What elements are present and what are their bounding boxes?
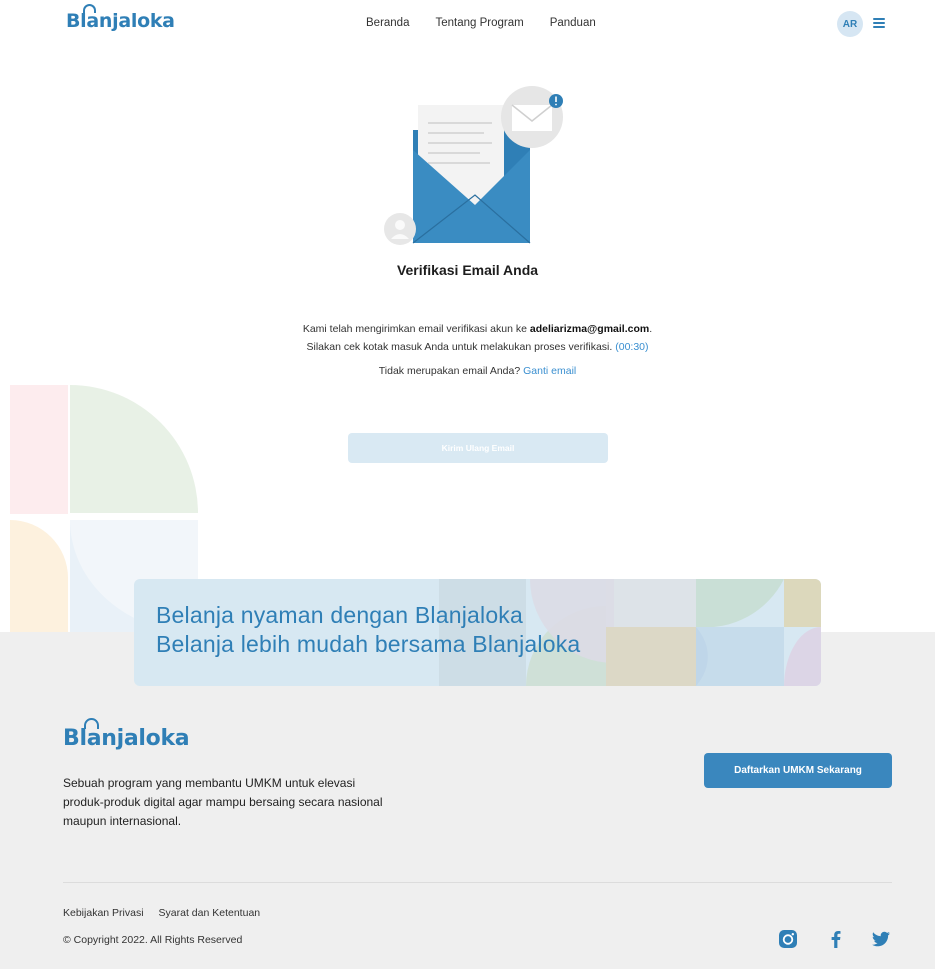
twitter-icon[interactable] xyxy=(871,929,891,949)
promo-banner: Belanja nyaman dengan Blanjaloka Belanja… xyxy=(134,579,821,686)
email-envelope-illustration xyxy=(384,86,563,245)
bag-handle-icon xyxy=(83,4,96,13)
message-prefix: Kami telah mengirimkan email verifikasi … xyxy=(302,323,530,335)
main-nav: Beranda Tentang Program Panduan xyxy=(366,17,596,29)
countdown-timer: (00:30) xyxy=(615,341,649,353)
page-title: Verifikasi Email Anda xyxy=(396,262,539,278)
footer-links: Kebijakan Privasi Syarat dan Ketentuan xyxy=(63,907,260,919)
instagram-icon[interactable] xyxy=(778,929,798,949)
banner-line-1: Belanja nyaman dengan Blanjaloka xyxy=(156,602,523,628)
terms-link[interactable]: Syarat dan Ketentuan xyxy=(159,907,261,919)
change-email-row: Tidak merupakan email Anda? Ganti email xyxy=(0,365,935,377)
hamburger-icon[interactable] xyxy=(873,18,885,28)
nav-item-tentang-program[interactable]: Tentang Program xyxy=(435,17,523,29)
footer-brand-logo[interactable]: Blanjaloka xyxy=(63,718,190,751)
resend-email-button[interactable]: Kirim Ulang Email xyxy=(348,433,608,463)
bag-handle-icon xyxy=(84,718,99,729)
footer-logo-text: Blanjaloka xyxy=(63,726,190,751)
footer-description: Sebuah program yang membantu UMKM untuk … xyxy=(63,776,383,828)
user-avatar[interactable]: AR xyxy=(837,11,863,37)
brand-logo[interactable]: Blanjaloka xyxy=(66,4,175,32)
message-line-2: Silakan cek kotak masuk Anda untuk melak… xyxy=(306,341,613,353)
banner-line-2: Belanja lebih mudah bersama Blanjaloka xyxy=(156,631,581,657)
banner-headline: Belanja nyaman dengan Blanjaloka Belanja… xyxy=(156,601,580,659)
user-email: adeliarizma@gmail.com xyxy=(529,323,650,335)
message-suffix: . xyxy=(649,323,653,335)
copyright-text: © Copyright 2022. All Rights Reserved xyxy=(63,934,243,946)
brand-logo-text: Blanjaloka xyxy=(66,10,175,32)
footer-divider xyxy=(63,882,892,883)
verification-message: Kami telah mengirimkan email verifikasi … xyxy=(0,320,935,356)
register-umkm-button[interactable]: Daftarkan UMKM Sekarang xyxy=(704,753,892,788)
change-email-link[interactable]: Ganti email xyxy=(523,365,576,377)
change-email-prompt: Tidak merupakan email Anda? xyxy=(378,365,521,377)
nav-item-panduan[interactable]: Panduan xyxy=(550,17,596,29)
top-navbar: Blanjaloka Beranda Tentang Program Pandu… xyxy=(0,0,935,48)
privacy-policy-link[interactable]: Kebijakan Privasi xyxy=(63,907,144,919)
nav-item-beranda[interactable]: Beranda xyxy=(366,17,409,29)
facebook-icon[interactable] xyxy=(826,929,846,949)
